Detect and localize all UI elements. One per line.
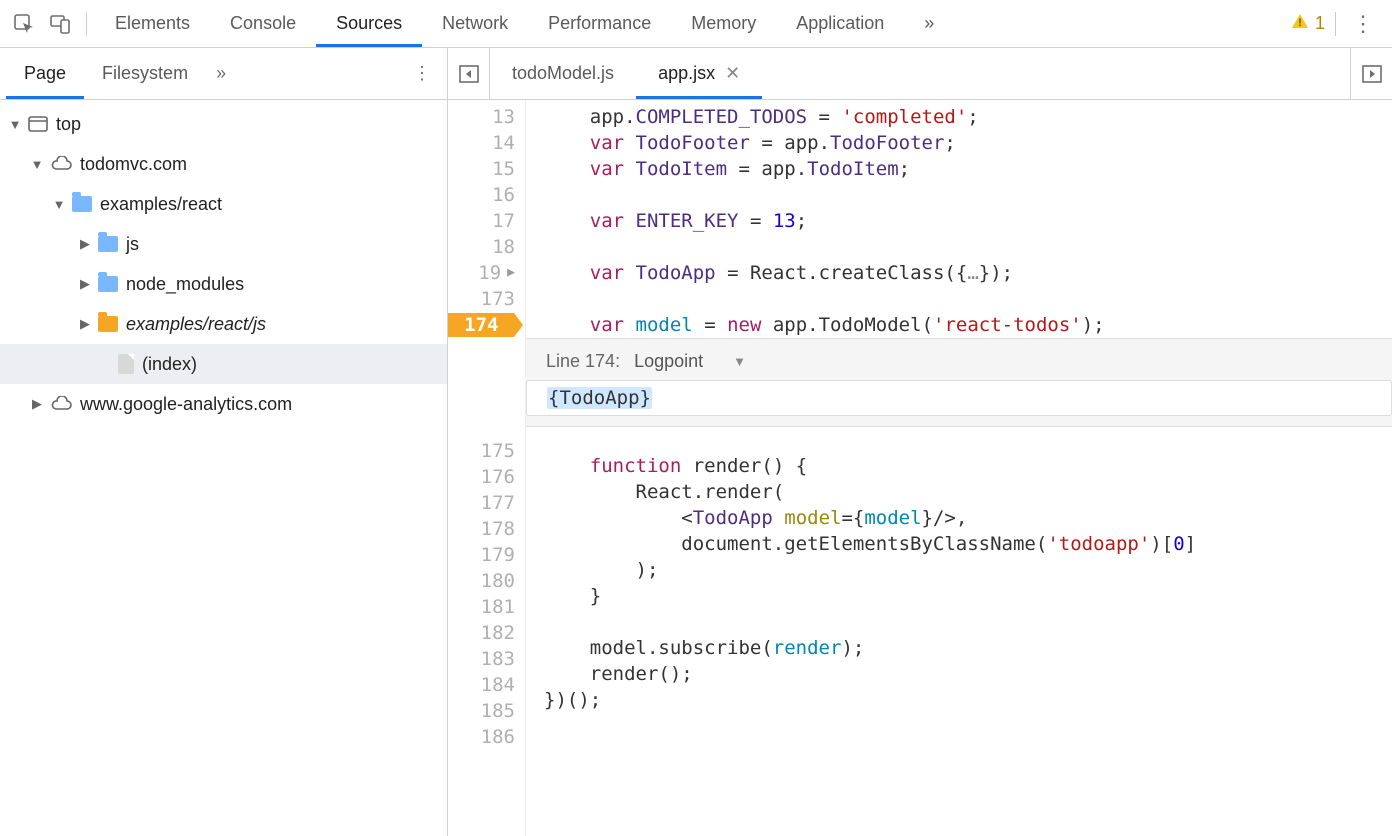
line-number[interactable]: 184 — [479, 672, 515, 698]
tab-performance[interactable]: Performance — [528, 0, 671, 47]
line-number[interactable]: 185 — [479, 698, 515, 724]
disclosure-triangle-icon[interactable]: ▶ — [78, 236, 92, 252]
dropdown-value: Logpoint — [634, 351, 703, 372]
line-number[interactable]: 183 — [479, 646, 515, 672]
folder-icon — [98, 316, 118, 332]
divider — [1335, 12, 1336, 36]
inspect-icon[interactable] — [6, 0, 42, 47]
line-number[interactable]: 176 — [479, 464, 515, 490]
disclosure-triangle-icon[interactable]: ▶ — [78, 316, 92, 332]
breakpoint-type-dropdown[interactable]: Logpoint ▼ — [634, 351, 746, 372]
line-number[interactable]: 18 — [479, 234, 515, 260]
frame-icon — [28, 116, 48, 132]
nav-back-icon[interactable] — [448, 48, 490, 99]
line-number[interactable]: 16 — [479, 182, 515, 208]
line-number[interactable]: 178 — [479, 516, 515, 542]
disclosure-triangle-icon[interactable]: ▼ — [8, 117, 22, 132]
logpoint-expression-input[interactable]: {TodoApp} — [526, 380, 1392, 416]
line-number[interactable]: 14 — [479, 130, 515, 156]
editor-tab-todomodel[interactable]: todoModel.js — [490, 48, 636, 99]
line-number[interactable]: 175 — [479, 438, 515, 464]
line-number: 174 — [463, 312, 499, 338]
line-number[interactable]: 19 — [465, 260, 501, 286]
tree-domain[interactable]: ▼ todomvc.com — [0, 144, 447, 184]
tree-file-index[interactable]: (index) — [0, 344, 447, 384]
line-number[interactable]: 17 — [479, 208, 515, 234]
cloud-icon — [50, 156, 72, 172]
navigator-sidebar: Page Filesystem » ⋮ ▼ top ▼ todomvc.com — [0, 48, 448, 836]
line-number[interactable]: 13 — [479, 104, 515, 130]
show-debugger-icon[interactable] — [1350, 48, 1392, 99]
input-value: {TodoApp} — [547, 387, 652, 409]
navigator-menu-icon[interactable]: ⋮ — [403, 63, 441, 84]
fold-icon[interactable]: ▶ — [507, 260, 515, 286]
tree-label: js — [126, 234, 139, 255]
divider — [86, 12, 87, 36]
line-gutter[interactable]: 13 14 15 16 17 18 19▶ 173 174 175 176 17… — [448, 100, 526, 836]
editor-tab-appjsx[interactable]: app.jsx ✕ — [636, 48, 762, 99]
disclosure-triangle-icon[interactable]: ▶ — [78, 276, 92, 292]
tree-label: www.google-analytics.com — [80, 394, 292, 415]
line-number[interactable]: 179 — [479, 542, 515, 568]
breakpoint-line-label: Line 174: — [546, 351, 620, 372]
chevron-down-icon: ▼ — [733, 354, 746, 369]
line-number[interactable]: 182 — [479, 620, 515, 646]
disclosure-triangle-icon[interactable]: ▼ — [30, 157, 44, 172]
navigator-tabs: Page Filesystem » ⋮ — [0, 48, 447, 100]
file-icon — [118, 354, 134, 374]
tab-application[interactable]: Application — [776, 0, 904, 47]
tree-domain-ga[interactable]: ▶ www.google-analytics.com — [0, 384, 447, 424]
tab-label: todoModel.js — [512, 63, 614, 84]
close-icon[interactable]: ✕ — [725, 63, 740, 84]
warning-icon — [1291, 12, 1309, 35]
code-editor[interactable]: 13 14 15 16 17 18 19▶ 173 174 175 176 17… — [448, 100, 1392, 836]
tab-memory[interactable]: Memory — [671, 0, 776, 47]
line-number[interactable]: 186 — [479, 724, 515, 750]
warning-count-value: 1 — [1315, 13, 1325, 34]
tree-top-frame[interactable]: ▼ top — [0, 104, 447, 144]
breakpoint-editor: Line 174: Logpoint ▼ {TodoApp} — [526, 338, 1392, 427]
folder-icon — [98, 276, 118, 292]
tree-label: (index) — [142, 354, 197, 375]
line-number[interactable]: 177 — [479, 490, 515, 516]
line-number[interactable]: 173 — [479, 286, 515, 312]
tree-label: examples/react — [100, 194, 222, 215]
navigator-tab-filesystem[interactable]: Filesystem — [84, 48, 206, 99]
editor-tabs: todoModel.js app.jsx ✕ — [448, 48, 1392, 100]
disclosure-triangle-icon[interactable]: ▶ — [30, 396, 44, 412]
editor-pane: todoModel.js app.jsx ✕ 13 14 15 16 17 18… — [448, 48, 1392, 836]
navigator-tabs-overflow[interactable]: » — [206, 63, 236, 84]
code-body[interactable]: app.COMPLETED_TODOS = 'completed'; var T… — [526, 100, 1392, 836]
line-number[interactable]: 15 — [479, 156, 515, 182]
tab-label: app.jsx — [658, 63, 715, 84]
device-toggle-icon[interactable] — [42, 0, 78, 47]
tabs-overflow[interactable]: » — [904, 0, 954, 47]
tree-folder-sourcemapped[interactable]: ▶ examples/react/js — [0, 304, 447, 344]
tab-sources[interactable]: Sources — [316, 0, 422, 47]
tree-label: examples/react/js — [126, 314, 266, 335]
tab-network[interactable]: Network — [422, 0, 528, 47]
cloud-icon — [50, 396, 72, 412]
main-tabs: Elements Console Sources Network Perform… — [0, 0, 1392, 48]
warning-count[interactable]: 1 — [1291, 12, 1325, 35]
tree-label: top — [56, 114, 81, 135]
tree-folder-examples-react[interactable]: ▼ examples/react — [0, 184, 447, 224]
tab-console[interactable]: Console — [210, 0, 316, 47]
logpoint-marker[interactable]: 174 — [448, 313, 523, 337]
folder-icon — [98, 236, 118, 252]
folder-icon — [72, 196, 92, 212]
line-number[interactable]: 181 — [479, 594, 515, 620]
line-number[interactable]: 180 — [479, 568, 515, 594]
tree-label: node_modules — [126, 274, 244, 295]
tree-label: todomvc.com — [80, 154, 187, 175]
disclosure-triangle-icon[interactable]: ▼ — [52, 197, 66, 212]
tree-folder-js[interactable]: ▶ js — [0, 224, 447, 264]
tree-folder-node-modules[interactable]: ▶ node_modules — [0, 264, 447, 304]
navigator-tab-page[interactable]: Page — [6, 48, 84, 99]
tab-elements[interactable]: Elements — [95, 0, 210, 47]
file-tree: ▼ top ▼ todomvc.com ▼ examples/react ▶ — [0, 100, 447, 836]
settings-kebab-icon[interactable]: ⋮ — [1346, 11, 1380, 37]
